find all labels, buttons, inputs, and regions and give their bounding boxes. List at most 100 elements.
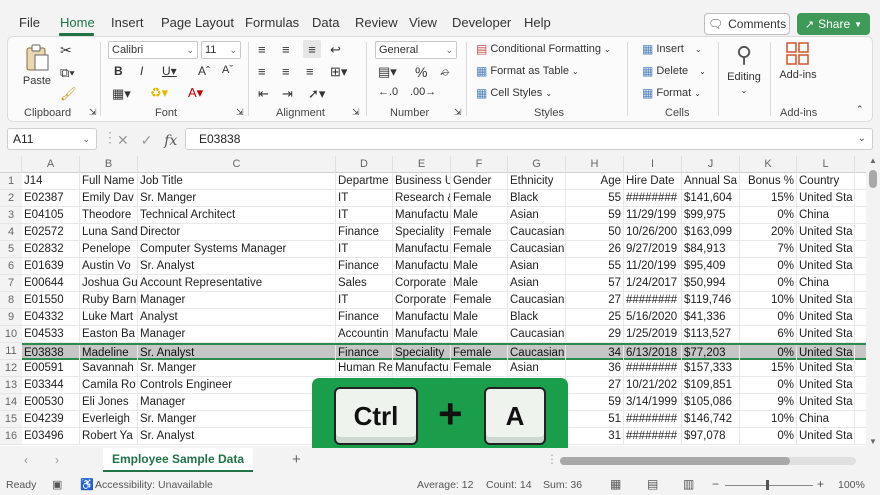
cell-d12[interactable]: Human Re xyxy=(336,360,393,377)
column-header-k[interactable]: K xyxy=(740,156,797,173)
cell-e10[interactable]: Manufactu xyxy=(393,326,451,343)
cell-h5[interactable]: 26 xyxy=(566,241,624,258)
cell-h4[interactable]: 50 xyxy=(566,224,624,241)
page-layout-view-icon[interactable]: ▤ xyxy=(647,477,658,491)
row-header-8[interactable]: 8 xyxy=(0,292,22,309)
font-name-dropdown[interactable]: Calibri ⌄ xyxy=(108,41,198,59)
cell-c9[interactable]: Analyst xyxy=(138,309,336,326)
cell-g12[interactable]: Asian xyxy=(508,360,566,377)
cell-f7[interactable]: Male xyxy=(451,275,508,292)
cell-l15[interactable]: China xyxy=(797,411,855,428)
cell-l7[interactable]: China xyxy=(797,275,855,292)
decrease-font-icon[interactable]: Aˇ xyxy=(222,64,233,76)
cell-e1[interactable]: Business U xyxy=(393,173,451,190)
cell-l14[interactable]: United Sta xyxy=(797,394,855,411)
column-header-a[interactable]: A xyxy=(22,156,80,173)
increase-decimal-icon[interactable]: ←.0 xyxy=(378,86,398,98)
comments-button[interactable]: 🗨 Comments xyxy=(704,13,790,35)
align-bottom-icon[interactable]: ≡ xyxy=(303,40,321,58)
cell-c13[interactable]: Controls Engineer xyxy=(138,377,336,394)
cell-f3[interactable]: Male xyxy=(451,207,508,224)
row-header-9[interactable]: 9 xyxy=(0,309,22,326)
cell-c2[interactable]: Sr. Manger xyxy=(138,190,336,207)
table-row[interactable]: J14 Full Name Job Title Departme Business UG… xyxy=(22,173,866,190)
merge-center-icon[interactable]: ⊞▾ xyxy=(330,64,347,80)
name-box[interactable]: A11 ⌄ xyxy=(7,128,97,150)
italic-icon[interactable]: I xyxy=(140,64,143,78)
cell-d3[interactable]: IT xyxy=(336,207,393,224)
cell-g6[interactable]: Asian xyxy=(508,258,566,275)
cell-a2[interactable]: E02387 xyxy=(22,190,80,207)
cell-a6[interactable]: E01639 xyxy=(22,258,80,275)
cell-a1[interactable]: J14 xyxy=(22,173,80,190)
cell-a4[interactable]: E02572 xyxy=(22,224,80,241)
cell-g4[interactable]: Caucasian xyxy=(508,224,566,241)
cell-l1[interactable]: Country xyxy=(797,173,855,190)
select-all-corner[interactable] xyxy=(0,156,22,173)
cell-g2[interactable]: Black xyxy=(508,190,566,207)
align-top-icon[interactable]: ≡ xyxy=(258,42,266,57)
cell-l16[interactable]: United Sta xyxy=(797,428,855,445)
cell-f12[interactable]: Female xyxy=(451,360,508,377)
cell-styles-button[interactable]: ▦ Cell Styles ⌄ xyxy=(476,87,552,99)
accounting-format-icon[interactable]: ▤▾ xyxy=(378,64,397,80)
format-painter-icon[interactable]: 🖌 xyxy=(60,86,77,102)
cell-j8[interactable]: $119,746 xyxy=(682,292,740,309)
cell-l4[interactable]: United Sta xyxy=(797,224,855,241)
cell-b2[interactable]: Emily Dav xyxy=(80,190,138,207)
insert-cells-button[interactable]: ▦ Insert ⌄ xyxy=(642,43,702,55)
cell-b3[interactable]: Theodore xyxy=(80,207,138,224)
table-row[interactable]: E00644 Joshua Gu Account Representative Sal… xyxy=(22,275,866,292)
cell-f10[interactable]: Male xyxy=(451,326,508,343)
cell-a16[interactable]: E03496 xyxy=(22,428,80,445)
share-button[interactable]: ↗ Share ▼ xyxy=(797,13,870,35)
cell-l12[interactable]: United Sta xyxy=(797,360,855,377)
tab-page-layout[interactable]: Page Layout xyxy=(161,15,234,30)
dialog-launcher-icon[interactable]: ⇲ xyxy=(236,107,244,118)
cell-a13[interactable]: E03344 xyxy=(22,377,80,394)
row-header-16[interactable]: 16 xyxy=(0,428,22,445)
decrease-decimal-icon[interactable]: .00→ xyxy=(410,86,436,98)
cell-c5[interactable]: Computer Systems Manager xyxy=(138,241,336,258)
cell-a8[interactable]: E01550 xyxy=(22,292,80,309)
table-row[interactable]: E04105 Theodore Technical Architect IT Manuf… xyxy=(22,207,866,224)
cell-g3[interactable]: Asian xyxy=(508,207,566,224)
cell-a9[interactable]: E04332 xyxy=(22,309,80,326)
cell-k12[interactable]: 15% xyxy=(740,360,797,377)
column-header-c[interactable]: C xyxy=(138,156,336,173)
tab-view[interactable]: View xyxy=(409,15,437,30)
cell-k5[interactable]: 7% xyxy=(740,241,797,258)
cell-k15[interactable]: 10% xyxy=(740,411,797,428)
number-format-dropdown[interactable]: General ⌄ xyxy=(375,41,457,59)
cell-c7[interactable]: Account Representative xyxy=(138,275,336,292)
table-row[interactable]: E01550 Ruby Barn Manager IT Corporate Female C… xyxy=(22,292,866,309)
cell-l8[interactable]: United Sta xyxy=(797,292,855,309)
tab-data[interactable]: Data xyxy=(312,15,339,30)
row-header-14[interactable]: 14 xyxy=(0,394,22,411)
collapse-ribbon-icon[interactable]: ⌃ xyxy=(856,104,864,115)
row-header-3[interactable]: 3 xyxy=(0,207,22,224)
column-header-d[interactable]: D xyxy=(336,156,393,173)
cell-a15[interactable]: E04239 xyxy=(22,411,80,428)
cell-h8[interactable]: 27 xyxy=(566,292,624,309)
cell-i16[interactable]: ######## xyxy=(624,428,682,445)
cell-d8[interactable]: IT xyxy=(336,292,393,309)
cell-j1[interactable]: Annual Sa xyxy=(682,173,740,190)
comma-style-icon[interactable]: ⌮ xyxy=(440,64,450,80)
cell-i15[interactable]: ######## xyxy=(624,411,682,428)
align-right-icon[interactable]: ≡ xyxy=(306,64,314,79)
row-header-15[interactable]: 15 xyxy=(0,411,22,428)
cell-i14[interactable]: 3/14/1999 xyxy=(624,394,682,411)
font-color-icon[interactable]: A▾ xyxy=(188,85,203,101)
cell-h15[interactable]: 51 xyxy=(566,411,624,428)
cell-b16[interactable]: Robert Ya xyxy=(80,428,138,445)
cell-j13[interactable]: $109,851 xyxy=(682,377,740,394)
conditional-formatting-button[interactable]: ▤ Conditional Formatting ⌄ xyxy=(476,43,611,55)
tab-developer[interactable]: Developer xyxy=(452,15,511,30)
cell-c10[interactable]: Manager xyxy=(138,326,336,343)
table-row[interactable]: E01639 Austin Vo Sr. Analyst Finance Manufac… xyxy=(22,258,866,275)
cell-g1[interactable]: Ethnicity xyxy=(508,173,566,190)
zoom-level[interactable]: 100% xyxy=(838,479,865,491)
tab-home[interactable]: Home xyxy=(60,15,95,30)
enter-icon[interactable]: ✓ xyxy=(141,132,153,148)
